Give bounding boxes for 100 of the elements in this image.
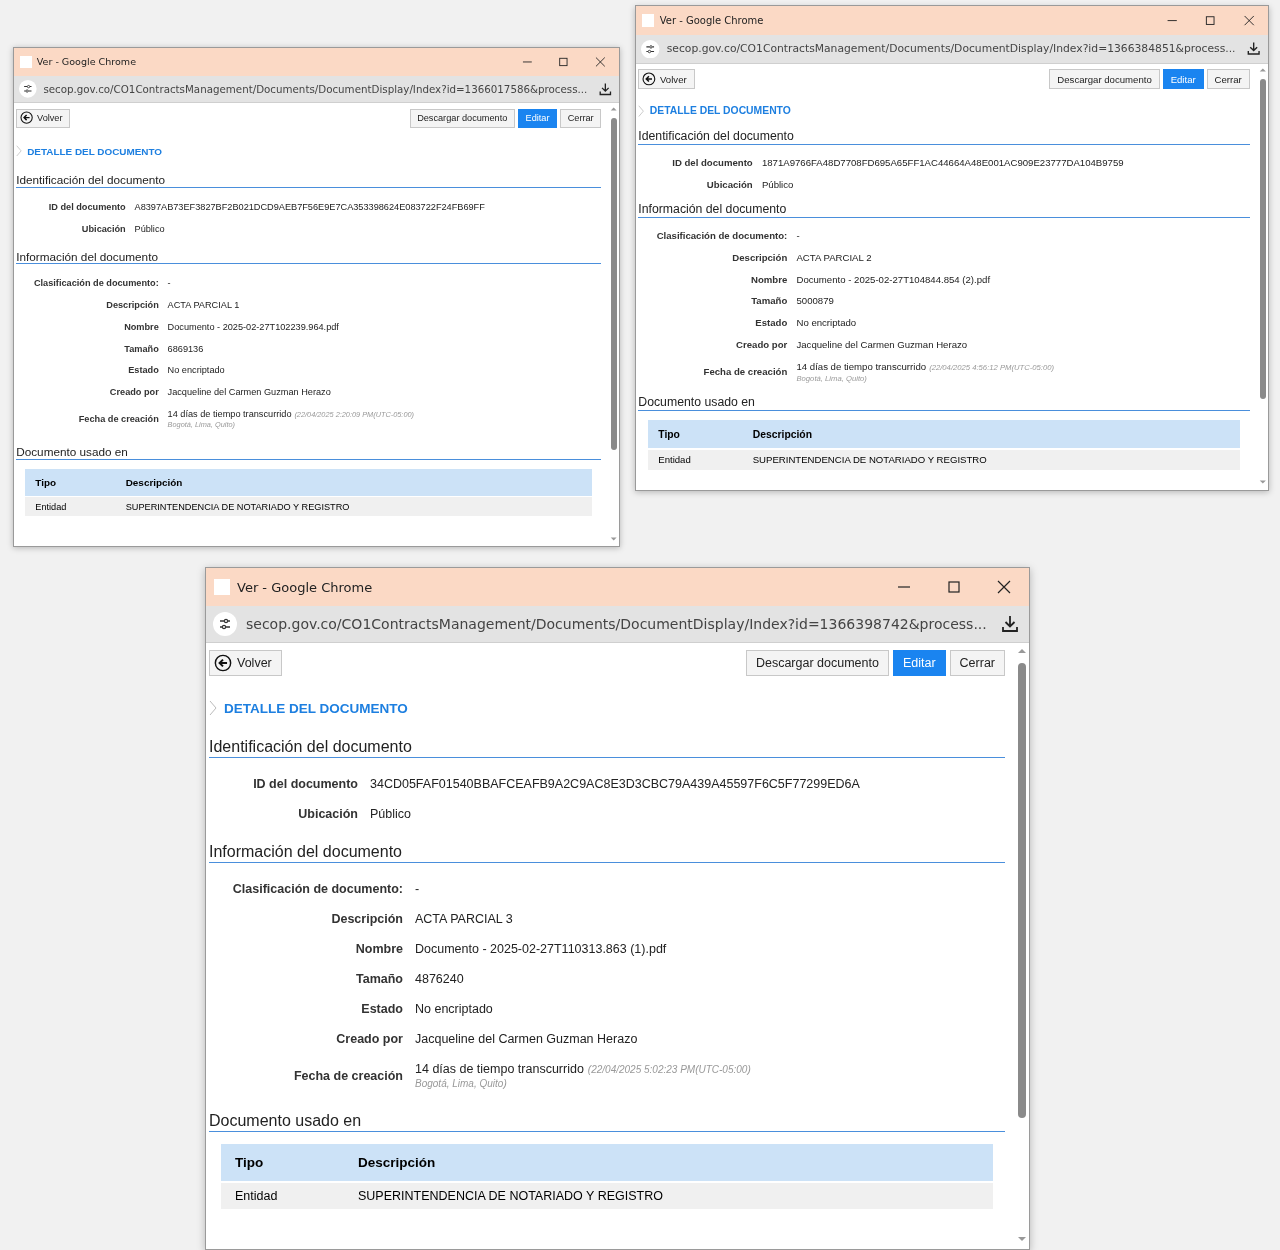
- scroll-up-icon[interactable]: [1017, 647, 1027, 655]
- field-value: -: [167, 278, 172, 289]
- action-button[interactable]: Descargar documento: [409, 108, 515, 128]
- table-cell-text: Entidad: [34, 501, 68, 512]
- field-label: Nombre: [123, 321, 159, 332]
- field-value: Jacqueline del Carmen Guzman Herazo: [415, 1032, 639, 1046]
- field-label: Clasificación de documento:: [655, 230, 788, 242]
- action-button[interactable]: Cerrar: [1206, 69, 1250, 90]
- back-button[interactable]: Volver: [16, 108, 71, 128]
- window-title: Ver - Google Chrome: [659, 15, 764, 27]
- field-label: Descripción: [731, 251, 788, 263]
- field-label: Fecha de creación: [77, 413, 159, 424]
- field-label: ID del documento: [671, 157, 753, 169]
- field-label: Tamaño: [355, 972, 403, 986]
- field-value: 34CD05FAF01540BBAFCEAFB9A2C9AC8E3D3CBC79A439A45597F6C5F77299ED6A: [370, 777, 861, 791]
- download-icon[interactable]: [597, 81, 613, 97]
- column-header: Tipo: [234, 1155, 265, 1170]
- field-value: Documento - 2025-02-27T102239.964.pdf: [167, 321, 340, 332]
- field-value: 4876240: [415, 972, 465, 986]
- section-heading: Información del documento: [638, 202, 1250, 218]
- action-button[interactable]: Editar: [1162, 69, 1204, 90]
- field-value: 6869136: [167, 343, 205, 354]
- field-value: No encriptado: [415, 1002, 494, 1016]
- field-label: Fecha de creación: [292, 1069, 403, 1083]
- field-label: Estado: [127, 365, 159, 376]
- page-icon: [642, 14, 655, 27]
- chevron-icon: [209, 700, 217, 716]
- site-settings-icon[interactable]: [213, 612, 237, 636]
- field-value: 14 días de tiempo transcurrido (22/04/2025 2:20:09 PM(UTC-05:00) Bogotá, Lima, Quito): [167, 408, 416, 429]
- field-label: Nombre: [750, 273, 788, 285]
- field-label: Estado: [360, 1002, 403, 1016]
- field-value: -: [796, 230, 801, 242]
- column-header: Tipo: [657, 428, 681, 440]
- section-heading: Información del documento: [209, 843, 1005, 863]
- field-label: ID del documento: [47, 201, 126, 212]
- field-value: -: [415, 882, 421, 896]
- field-value: A8397AB73EF3827BF2B021DCD9AEB7F56E9E7CA353398624E083722F24FB69FF: [134, 201, 486, 212]
- download-icon[interactable]: [1245, 41, 1262, 57]
- window-title: Ver - Google Chrome: [237, 579, 373, 595]
- scrollbar[interactable]: [1257, 63, 1269, 490]
- section-heading: Documento usado en: [209, 1112, 1005, 1132]
- section-heading: Documento usado en: [16, 445, 602, 460]
- field-value: 14 días de tiempo transcurrido (22/04/2025 4:56:12 PM(UTC-05:00) Bogotá, Lima, Quito): [796, 360, 1056, 383]
- field-label: Descripción: [105, 300, 159, 311]
- scroll-down-icon[interactable]: [1017, 1235, 1027, 1243]
- field-label: Clasificación de documento:: [32, 278, 159, 289]
- action-button[interactable]: Descargar documento: [1049, 69, 1160, 90]
- field-label: Ubicación: [705, 178, 753, 190]
- field-label: Nombre: [354, 942, 403, 956]
- field-value: 1871A9766FA48D7708FD695A65FF1AC44664A48E001AC909E23777DA104B9759: [761, 157, 1125, 169]
- table-cell-text: Entidad: [234, 1189, 279, 1203]
- field-label: Creado por: [108, 387, 159, 398]
- action-button[interactable]: Cerrar: [560, 108, 602, 128]
- scroll-up-icon[interactable]: [1258, 66, 1267, 73]
- action-button[interactable]: Descargar documento: [745, 650, 889, 676]
- scroll-up-icon[interactable]: [610, 106, 618, 113]
- field-value: Jacqueline del Carmen Guzman Herazo: [167, 387, 332, 398]
- column-header: Descripción: [358, 1155, 436, 1170]
- field-value: Público: [370, 807, 412, 821]
- action-button[interactable]: Editar: [517, 108, 558, 128]
- table-cell-text: Entidad: [657, 454, 692, 466]
- page-heading: DETALLE DEL DOCUMENTO: [224, 700, 408, 716]
- field-value: Público: [761, 178, 795, 190]
- field-value: No encriptado: [167, 365, 226, 376]
- column-header: Descripción: [752, 428, 812, 440]
- field-value: Documento - 2025-02-27T110313.863 (1).pdf: [415, 942, 668, 956]
- section-heading: Identificación del documento: [638, 129, 1250, 145]
- scroll-down-icon[interactable]: [610, 536, 618, 542]
- back-button[interactable]: Volver: [209, 650, 282, 676]
- table-cell: SUPERINTENDENCIA DE NOTARIADO Y REGISTRO: [125, 501, 350, 512]
- field-label: Ubicación: [80, 223, 126, 234]
- window-title: Ver - Google Chrome: [36, 56, 136, 68]
- scroll-down-icon[interactable]: [1258, 479, 1267, 486]
- page-icon: [214, 579, 230, 595]
- field-value: ACTA PARCIAL 1: [167, 300, 241, 311]
- action-button[interactable]: Editar: [892, 650, 946, 676]
- section-heading: Identificación del documento: [16, 173, 602, 188]
- scrollbar[interactable]: [608, 103, 619, 547]
- field-label: Descripción: [330, 912, 403, 926]
- field-value: Jacqueline del Carmen Guzman Herazo: [796, 338, 969, 350]
- field-label: Fecha de creación: [702, 366, 788, 378]
- scrollbar[interactable]: [1015, 643, 1029, 1249]
- field-label: Tamaño: [123, 343, 159, 354]
- page-heading: DETALLE DEL DOCUMENTO: [649, 105, 791, 117]
- download-icon[interactable]: [1000, 614, 1020, 634]
- section-heading: Documento usado en: [638, 394, 1250, 411]
- field-label: Ubicación: [297, 807, 358, 821]
- table-cell: SUPERINTENDENCIA DE NOTARIADO Y REGISTRO: [752, 454, 987, 466]
- back-button[interactable]: Volver: [638, 69, 695, 90]
- field-value: 14 días de tiempo transcurrido (22/04/2025 5:02:23 PM(UTC-05:00) Bogotá, Lima, Quito): [415, 1062, 752, 1090]
- field-value: Público: [134, 223, 166, 234]
- field-label: ID del documento: [252, 777, 358, 791]
- field-label: Estado: [754, 317, 788, 329]
- table-cell: SUPERINTENDENCIA DE NOTARIADO Y REGISTRO: [358, 1189, 663, 1203]
- field-value: Documento - 2025-02-27T104844.854 (2).pdf: [796, 273, 992, 285]
- field-value: ACTA PARCIAL 2: [796, 251, 873, 263]
- action-button[interactable]: Cerrar: [949, 650, 1005, 676]
- field-label: Creado por: [335, 1032, 403, 1046]
- section-heading: Identificación del documento: [209, 738, 1005, 758]
- field-value: No encriptado: [796, 317, 858, 329]
